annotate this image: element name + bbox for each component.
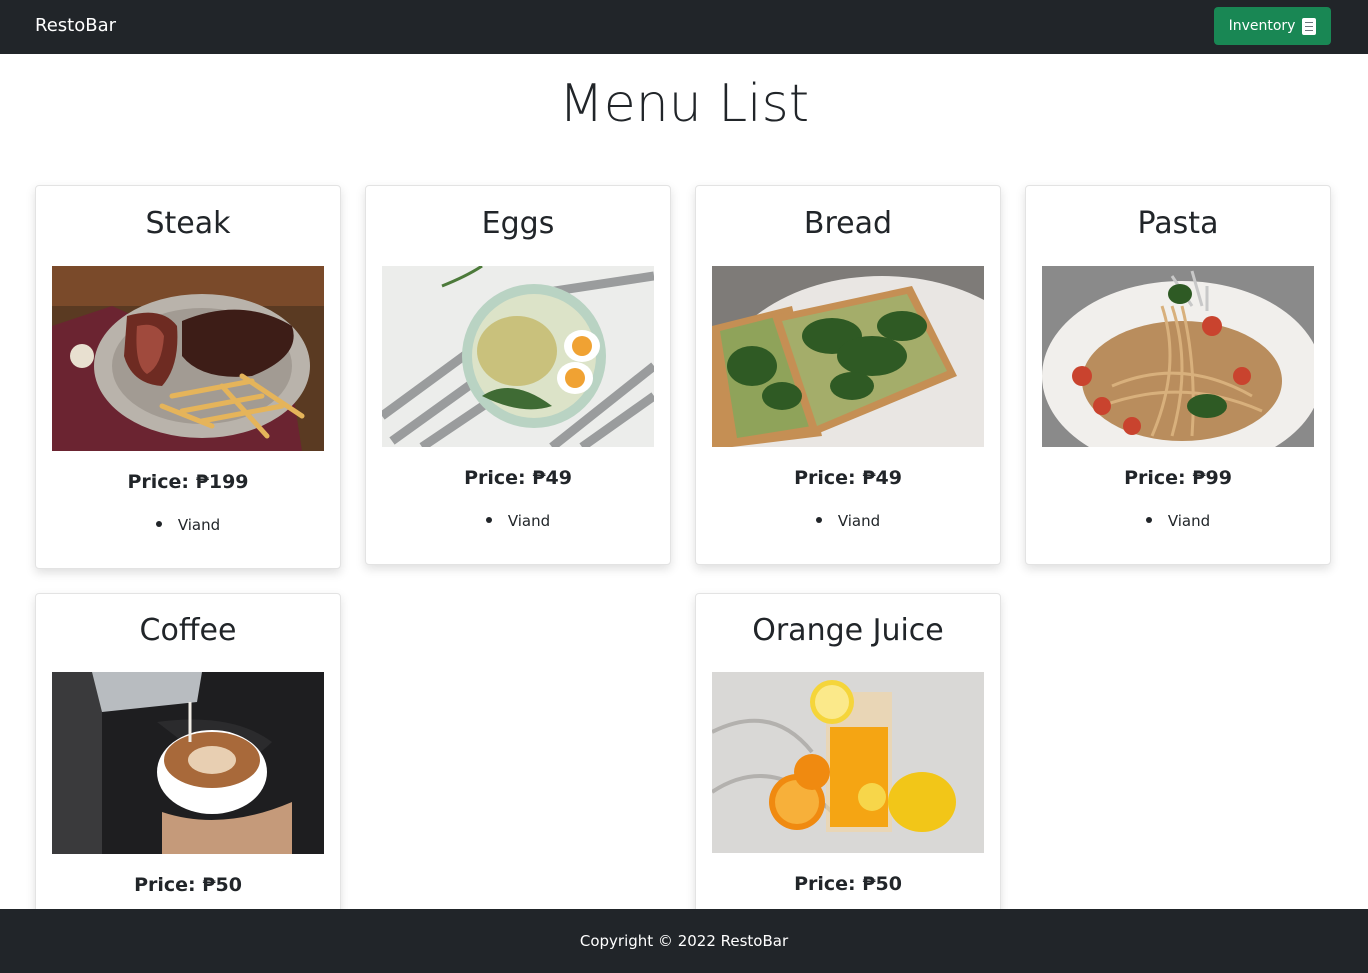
inventory-button-label: Inventory	[1228, 18, 1296, 34]
menu-card-pasta: Pasta Price: ₱99 Viand	[1025, 185, 1331, 565]
brand-logo-text[interactable]: RestoBar	[35, 15, 116, 36]
card-price: Price: ₱199	[127, 471, 249, 493]
food-image-coffee	[52, 672, 324, 854]
inventory-button[interactable]: Inventory	[1214, 7, 1331, 45]
menu-card-bread: Bread Price: ₱49 Viand	[695, 185, 1001, 565]
menu-card-eggs: Eggs Price: ₱49 Viand	[365, 185, 671, 565]
menu-card-orange-juice: Orange Juice Price: ₱50	[695, 593, 1001, 923]
card-title: Pasta	[1137, 206, 1219, 241]
card-category: Viand	[696, 512, 1000, 530]
copyright-text: Copyright © 2022 RestoBar	[579, 932, 789, 950]
menu-card-steak: Steak Price: ₱199 Viand	[35, 185, 341, 569]
card-price: Price: ₱50	[794, 873, 902, 895]
card-title: Eggs	[481, 206, 555, 241]
bullet-icon	[815, 516, 822, 523]
card-title: Orange Juice	[752, 613, 944, 648]
bullet-icon	[1145, 516, 1152, 523]
category-label: Viand	[177, 516, 221, 534]
card-title: Steak	[145, 206, 231, 241]
card-title: Bread	[803, 206, 893, 241]
menu-card-coffee: Coffee Price: ₱50	[35, 593, 341, 923]
card-category: Viand	[1026, 512, 1330, 530]
bullet-icon	[485, 516, 492, 523]
card-price: Price: ₱99	[1124, 467, 1232, 489]
navbar: RestoBar Inventory	[0, 0, 1368, 54]
category-label: Viand	[1167, 512, 1211, 530]
page-title: Menu List	[558, 74, 810, 134]
food-image-steak	[52, 266, 324, 451]
food-image-bread	[712, 266, 984, 447]
food-image-eggs	[382, 266, 654, 447]
food-image-orange-juice	[712, 672, 984, 853]
card-category: Viand	[36, 516, 340, 534]
food-image-pasta	[1042, 266, 1314, 447]
card-price: Price: ₱49	[794, 467, 902, 489]
card-title: Coffee	[139, 613, 237, 648]
bullet-icon	[155, 520, 162, 527]
footer: Copyright © 2022 RestoBar	[0, 909, 1368, 973]
category-label: Viand	[837, 512, 881, 530]
clipboard-icon	[1302, 17, 1317, 35]
category-label: Viand	[507, 512, 551, 530]
card-price: Price: ₱49	[464, 467, 572, 489]
card-category: Viand	[366, 512, 670, 530]
card-price: Price: ₱50	[134, 874, 242, 896]
